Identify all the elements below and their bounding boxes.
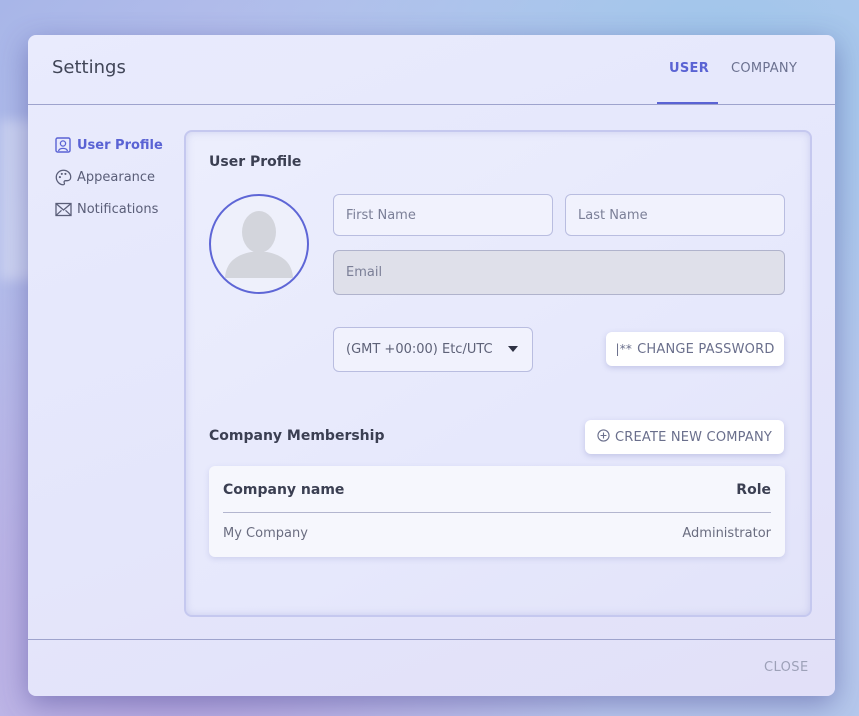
settings-dialog: Settings USER COMPANY User Profile Appea… bbox=[28, 35, 835, 696]
column-header-company-name: Company name bbox=[223, 482, 345, 498]
tab-user[interactable]: USER bbox=[669, 61, 709, 76]
palette-icon bbox=[54, 168, 72, 186]
timezone-select[interactable]: (GMT +00:00) Etc/UTC bbox=[333, 327, 533, 372]
company-membership-table: Company name Role My Company Administrat… bbox=[209, 466, 785, 557]
avatar[interactable] bbox=[209, 194, 309, 294]
sidebar-item-label: User Profile bbox=[77, 137, 163, 153]
password-icon: |** bbox=[615, 342, 633, 356]
table-row-company[interactable]: My Company bbox=[223, 526, 308, 541]
email-field[interactable]: Email bbox=[333, 250, 785, 295]
table-header-divider bbox=[223, 512, 771, 513]
change-password-label: CHANGE PASSWORD bbox=[637, 341, 775, 357]
user-profile-panel: User Profile First Name Last Name Email … bbox=[184, 130, 812, 617]
last-name-field[interactable]: Last Name bbox=[565, 194, 785, 236]
table-row-role: Administrator bbox=[682, 526, 771, 541]
sidebar-item-user-profile[interactable]: User Profile bbox=[54, 129, 194, 161]
dialog-footer-divider bbox=[28, 639, 835, 640]
close-button[interactable]: CLOSE bbox=[764, 660, 809, 675]
create-new-company-label: CREATE NEW COMPANY bbox=[614, 429, 773, 445]
settings-sidebar: User Profile Appearance Notifications bbox=[54, 129, 194, 225]
plus-circle-icon bbox=[597, 429, 610, 445]
avatar-placeholder-icon bbox=[225, 211, 293, 278]
dialog-header: Settings USER COMPANY bbox=[28, 35, 835, 105]
envelope-icon bbox=[54, 200, 72, 218]
user-portrait-icon bbox=[54, 136, 72, 154]
tab-company[interactable]: COMPANY bbox=[731, 61, 797, 76]
timezone-select-value: (GMT +00:00) Etc/UTC bbox=[346, 342, 493, 357]
sidebar-item-label: Notifications bbox=[77, 201, 159, 217]
active-tab-indicator bbox=[657, 102, 718, 104]
sidebar-item-label: Appearance bbox=[77, 169, 156, 185]
sidebar-item-notifications[interactable]: Notifications bbox=[54, 193, 194, 225]
change-password-button[interactable]: |** CHANGE PASSWORD bbox=[606, 332, 784, 366]
create-new-company-button[interactable]: CREATE NEW COMPANY bbox=[585, 420, 784, 454]
first-name-field[interactable]: First Name bbox=[333, 194, 553, 236]
sidebar-item-appearance[interactable]: Appearance bbox=[54, 161, 194, 193]
company-membership-heading: Company Membership bbox=[209, 428, 385, 444]
chevron-down-icon bbox=[508, 346, 518, 352]
user-profile-heading: User Profile bbox=[209, 154, 302, 170]
dialog-title: Settings bbox=[52, 57, 126, 78]
column-header-role: Role bbox=[736, 482, 771, 498]
